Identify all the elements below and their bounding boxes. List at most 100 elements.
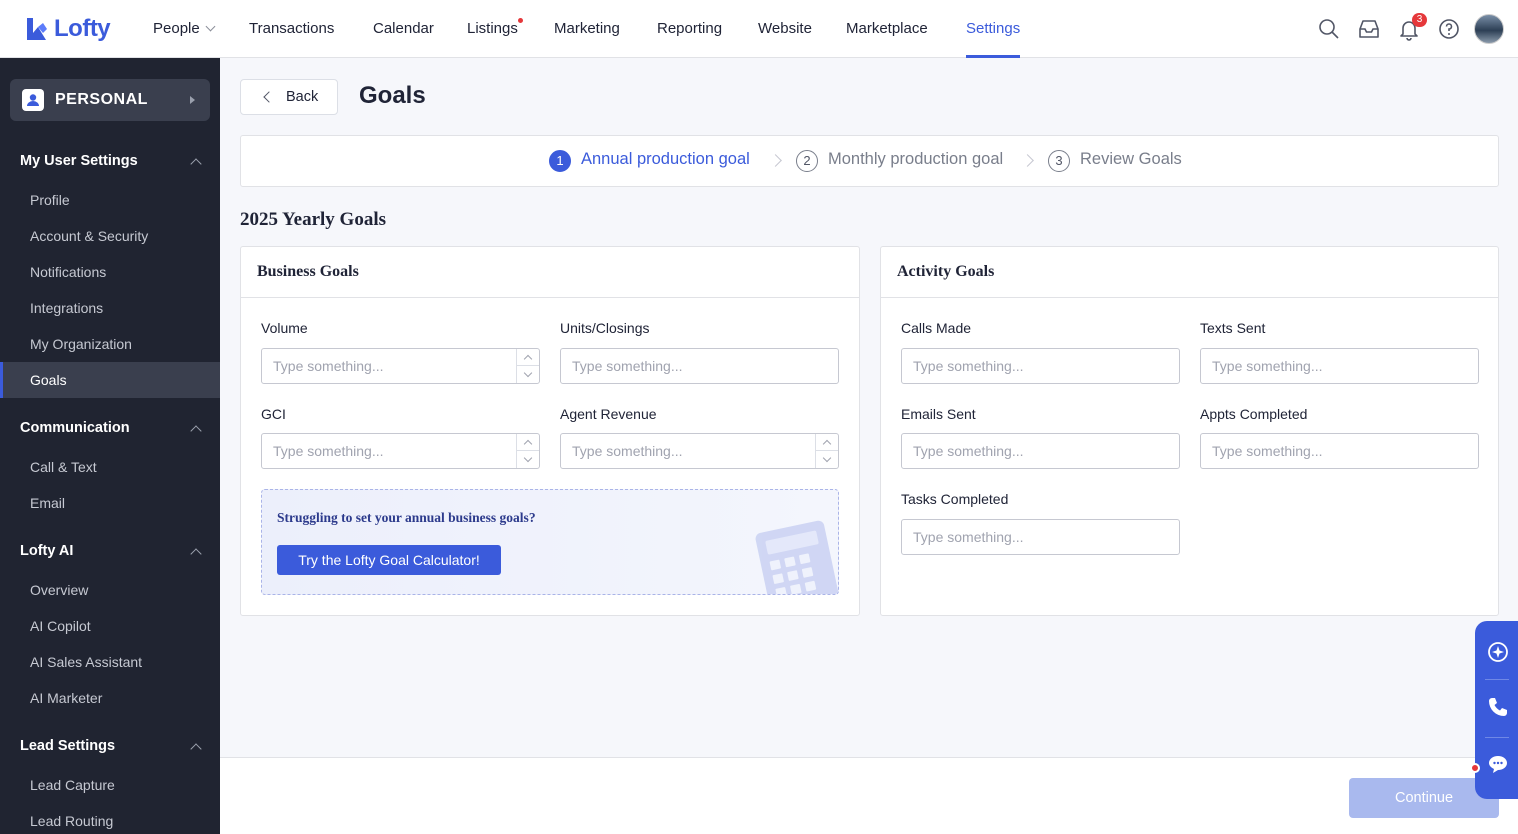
section-lead-settings[interactable]: Lead Settings: [20, 738, 115, 754]
appts-completed-input[interactable]: Type something...: [1200, 433, 1479, 469]
tasks-completed-placeholder: Type something...: [913, 529, 1024, 545]
sidebar-item-ai-copilot[interactable]: AI Copilot: [0, 608, 220, 644]
tasks-completed-label: Tasks Completed: [901, 491, 1009, 507]
yearly-goals-title: 2025 Yearly Goals: [240, 209, 387, 230]
calls-made-placeholder: Type something...: [913, 358, 1024, 374]
nav-website[interactable]: Website: [758, 0, 812, 58]
sidebar-item-account-security[interactable]: Account & Security: [0, 218, 220, 254]
stepper-up-icon[interactable]: [816, 434, 838, 451]
nav-transactions[interactable]: Transactions: [249, 0, 334, 58]
appts-completed-placeholder: Type something...: [1212, 443, 1323, 459]
units-closings-input[interactable]: Type something...: [560, 348, 839, 384]
emails-sent-placeholder: Type something...: [913, 443, 1024, 459]
ai-icon[interactable]: [1486, 640, 1510, 664]
gci-stepper[interactable]: [516, 434, 539, 468]
gci-label: GCI: [261, 406, 286, 422]
phone-icon[interactable]: [1486, 695, 1510, 719]
footer-bar: [220, 757, 1518, 834]
nav-marketing[interactable]: Marketing: [554, 0, 620, 58]
business-goals-title: Business Goals: [241, 247, 859, 298]
nav-people[interactable]: People: [153, 0, 216, 58]
agent-revenue-stepper[interactable]: [815, 434, 838, 468]
business-goals-card: Business Goals Volume Type something... …: [240, 246, 860, 616]
goal-calculator-button[interactable]: Try the Lofty Goal Calculator!: [277, 545, 501, 575]
step-1-number: 1: [549, 150, 571, 172]
avatar[interactable]: [1474, 14, 1504, 44]
tasks-completed-input[interactable]: Type something...: [901, 519, 1180, 555]
gci-placeholder: Type something...: [273, 443, 384, 459]
calls-made-input[interactable]: Type something...: [901, 348, 1180, 384]
volume-stepper[interactable]: [516, 349, 539, 383]
section-lofty-ai[interactable]: Lofty AI: [20, 543, 73, 559]
sidebar-item-notifications[interactable]: Notifications: [0, 254, 220, 290]
texts-sent-input[interactable]: Type something...: [1200, 348, 1479, 384]
nav-settings[interactable]: Settings: [966, 0, 1021, 58]
section-my-user-settings[interactable]: My User Settings: [20, 153, 138, 169]
sidebar-item-my-organization[interactable]: My Organization: [0, 326, 220, 362]
agent-revenue-input[interactable]: Type something...: [560, 433, 839, 469]
logo-text: Lofty: [54, 15, 111, 42]
help-icon[interactable]: [1437, 17, 1461, 41]
volume-input[interactable]: Type something...: [261, 348, 540, 384]
search-icon[interactable]: [1317, 17, 1341, 41]
sidebar-item-ai-sales-assistant[interactable]: AI Sales Assistant: [0, 644, 220, 680]
floating-action-panel: [1475, 621, 1518, 799]
stepper-up-icon[interactable]: [517, 434, 539, 451]
stepper-down-icon[interactable]: [517, 451, 539, 468]
step-2-monthly-production-goal[interactable]: Monthly production goal: [828, 150, 1003, 169]
sidebar-item-profile[interactable]: Profile: [0, 182, 220, 218]
sidebar-item-lead-capture[interactable]: Lead Capture: [0, 767, 220, 803]
step-1-annual-production-goal[interactable]: Annual production goal: [581, 150, 750, 169]
caret-right-icon: [190, 96, 195, 104]
sidebar-item-lead-routing[interactable]: Lead Routing: [0, 803, 220, 834]
lofty-logo-icon: [27, 18, 47, 40]
chevron-right-icon: [1021, 154, 1034, 167]
goal-steps: 1 Annual production goal 2 Monthly produ…: [240, 135, 1499, 187]
chevron-up-icon[interactable]: [190, 548, 202, 560]
chevron-down-icon: [205, 21, 216, 32]
chat-icon[interactable]: [1486, 752, 1510, 776]
account-switcher-label: PERSONAL: [55, 91, 148, 108]
goal-calculator-promo: Struggling to set your annual business g…: [261, 489, 839, 595]
chevron-up-icon[interactable]: [190, 743, 202, 755]
sidebar-item-overview[interactable]: Overview: [0, 572, 220, 608]
sidebar-item-call-text[interactable]: Call & Text: [0, 449, 220, 485]
stepper-down-icon[interactable]: [517, 366, 539, 383]
new-indicator-dot: [517, 18, 523, 23]
section-communication[interactable]: Communication: [20, 420, 130, 436]
nav-people-label: People: [153, 20, 200, 37]
gci-input[interactable]: Type something...: [261, 433, 540, 469]
emails-sent-input[interactable]: Type something...: [901, 433, 1180, 469]
nav-calendar[interactable]: Calendar: [373, 0, 434, 58]
nav-marketplace[interactable]: Marketplace: [846, 0, 928, 58]
nav-listings[interactable]: Listings: [467, 0, 523, 58]
nav-reporting[interactable]: Reporting: [657, 0, 722, 58]
sidebar-item-goals[interactable]: Goals: [0, 362, 220, 398]
stepper-up-icon[interactable]: [517, 349, 539, 366]
chevron-up-icon[interactable]: [190, 158, 202, 170]
step-3-number: 3: [1048, 150, 1070, 172]
back-button-label: Back: [286, 89, 319, 105]
stepper-down-icon[interactable]: [816, 451, 838, 468]
agent-revenue-placeholder: Type something...: [572, 443, 683, 459]
account-switcher[interactable]: PERSONAL: [10, 79, 210, 121]
chevron-up-icon[interactable]: [190, 425, 202, 437]
top-navigation: Lofty People Transactions Calendar Listi…: [0, 0, 1518, 58]
step-3-review-goals[interactable]: Review Goals: [1080, 150, 1182, 169]
inbox-icon[interactable]: [1357, 17, 1381, 41]
agent-revenue-label: Agent Revenue: [560, 406, 657, 422]
emails-sent-label: Emails Sent: [901, 406, 976, 422]
texts-sent-label: Texts Sent: [1200, 320, 1266, 336]
back-button[interactable]: Back: [240, 79, 338, 115]
chevron-right-icon: [769, 154, 782, 167]
texts-sent-placeholder: Type something...: [1212, 358, 1323, 374]
sidebar-item-integrations[interactable]: Integrations: [0, 290, 220, 326]
sidebar-item-email[interactable]: Email: [0, 485, 220, 521]
volume-placeholder: Type something...: [273, 358, 384, 374]
divider: [1485, 679, 1509, 680]
chevron-left-icon: [263, 91, 275, 103]
activity-goals-card: Activity Goals Calls Made Type something…: [880, 246, 1499, 616]
appts-completed-label: Appts Completed: [1200, 406, 1308, 422]
sidebar-item-ai-marketer[interactable]: AI Marketer: [0, 680, 220, 716]
lofty-logo[interactable]: Lofty: [24, 15, 111, 43]
